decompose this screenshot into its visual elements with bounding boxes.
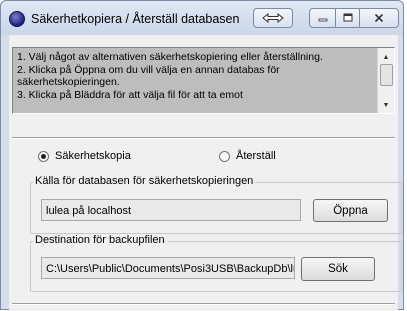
source-database-field[interactable]: lulea på localhost (41, 199, 301, 221)
restore-arrows-icon (262, 13, 284, 23)
radio-button-checked-icon[interactable] (38, 150, 49, 162)
radio-backup-label: Säkerhetskopia (55, 150, 131, 162)
destination-path-field[interactable]: C:\Users\Public\Documents\Posi3USB\Backu… (41, 257, 295, 279)
scroll-down-icon[interactable]: ▼ (378, 98, 394, 112)
instruction-line: säkerhetskopieringen. (17, 76, 120, 88)
separator (12, 137, 395, 139)
app-globe-icon (9, 11, 25, 27)
radio-restore[interactable]: Återställ (219, 150, 276, 162)
close-button[interactable] (359, 8, 399, 28)
search-button[interactable]: Sök (301, 257, 375, 281)
maximize-icon (343, 13, 352, 22)
instruction-line: 2. Klicka på Öppna om du vill välja en a… (17, 63, 280, 76)
scroll-up-icon[interactable]: ▲ (378, 50, 394, 64)
open-button[interactable]: Öppna (313, 199, 388, 222)
separator (12, 303, 395, 305)
maximize-button[interactable] (335, 8, 360, 28)
instruction-line: 3. Klicka på Bläddra för att välja fil f… (17, 88, 243, 101)
source-group-label: Källa för databasen för säkerhetskopieri… (33, 175, 256, 187)
minimize-icon (318, 18, 327, 22)
title-bar[interactable]: Säkerhetkopiera / Återställ databasen (1, 1, 403, 35)
instructions-scrollbar[interactable]: ▲ ▼ (377, 48, 394, 113)
instructions-text: 1. Välj något av alternativen säkerhetsk… (17, 51, 375, 101)
radio-restore-label: Återställ (236, 150, 276, 162)
instructions-box[interactable]: 1. Välj något av alternativen säkerhetsk… (12, 47, 395, 114)
radio-backup[interactable]: Säkerhetskopia (38, 150, 131, 162)
window-title: Säkerhetkopiera / Återställ databasen (31, 12, 240, 26)
close-icon (374, 13, 384, 23)
destination-group-label: Destination för backupfilen (33, 234, 167, 246)
instruction-line: 1. Välj något av alternativen säkerhetsk… (17, 51, 323, 63)
scroll-thumb[interactable] (380, 64, 393, 86)
minimize-button[interactable] (309, 8, 336, 28)
restore-arrows-button[interactable] (253, 8, 293, 28)
radio-button-icon[interactable] (219, 150, 230, 162)
